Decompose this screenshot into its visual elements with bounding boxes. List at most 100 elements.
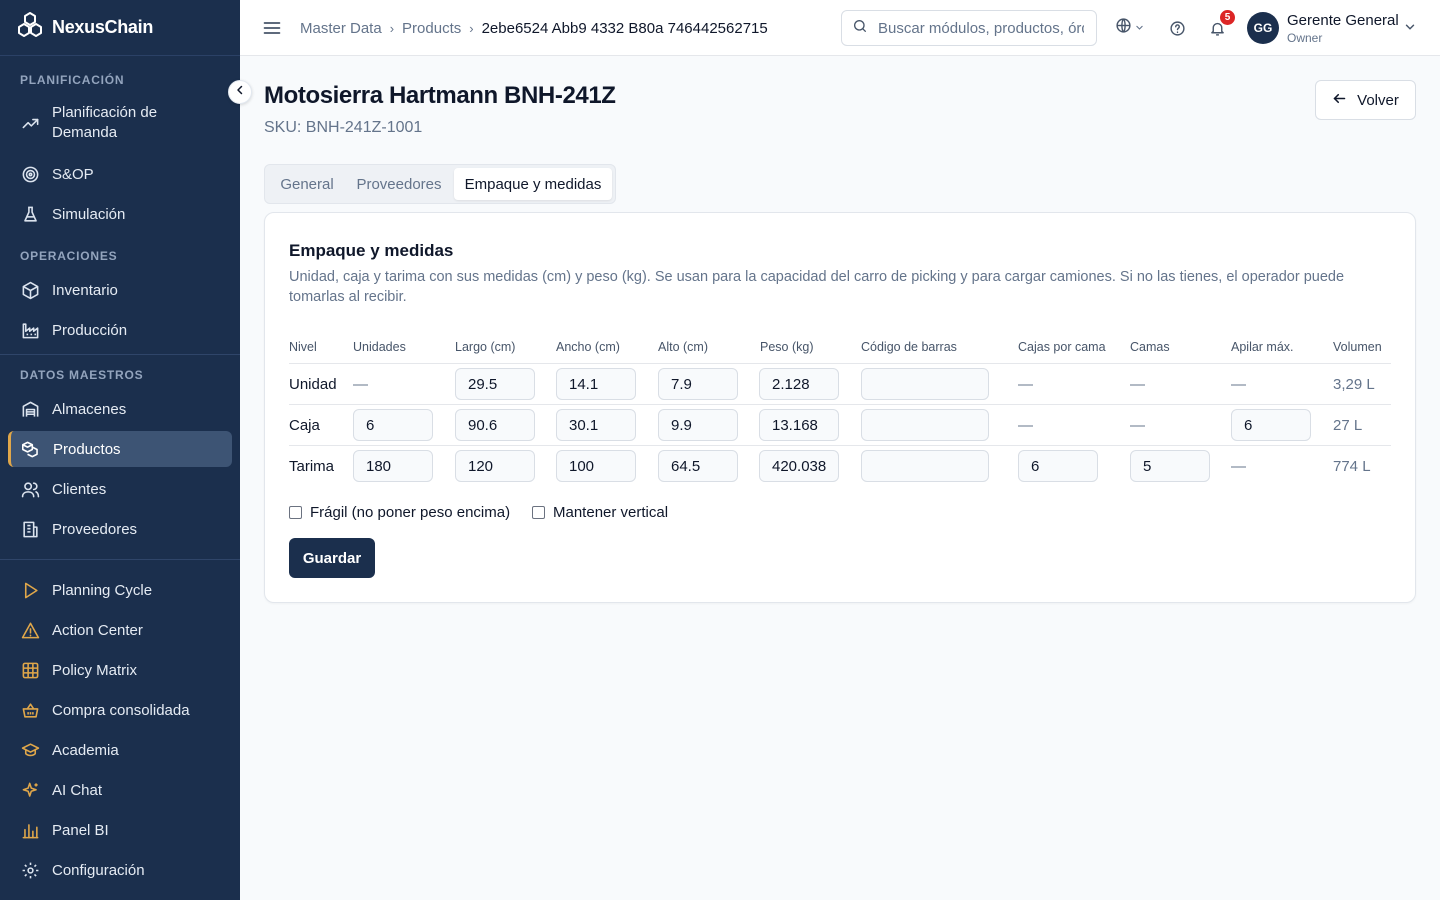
- column-header-unidades: Unidades: [353, 340, 406, 354]
- sidebar-item-label: Clientes: [52, 480, 107, 498]
- vertical-checkbox[interactable]: Mantener vertical: [532, 504, 668, 521]
- tabs: General Proveedores Empaque y medidas: [264, 164, 616, 204]
- input-barcode-caja[interactable]: [861, 409, 989, 441]
- fragile-checkbox[interactable]: Frágil (no poner peso encima): [289, 504, 510, 521]
- input-length-tarima[interactable]: [455, 450, 535, 482]
- input-barcode-unidad[interactable]: [861, 368, 989, 400]
- sidebar-item-proveedores[interactable]: Proveedores: [8, 509, 232, 549]
- warehouse-icon: [20, 399, 40, 419]
- tab-empaque-y-medidas[interactable]: Empaque y medidas: [454, 168, 612, 200]
- section-label-operaciones: OPERACIONES: [20, 249, 118, 263]
- sidebar-item-label: Almacenes: [52, 400, 127, 418]
- page-title: Motosierra Hartmann BNH-241Z: [264, 82, 616, 109]
- input-weight-tarima[interactable]: [759, 450, 839, 482]
- sidebar-item-compra-consolidada[interactable]: Compra consolidada: [8, 690, 232, 730]
- sidebar-item-label: S&OP: [52, 165, 94, 183]
- breadcrumb-master-data[interactable]: Master Data: [300, 20, 382, 37]
- sidebar-item-label: Academia: [52, 741, 119, 759]
- column-header-ancho: Ancho (cm): [556, 340, 620, 354]
- tab-proveedores[interactable]: Proveedores: [347, 168, 451, 200]
- input-length-unidad[interactable]: [455, 368, 535, 400]
- sidebar-item-panel-bi[interactable]: Panel BI: [8, 810, 232, 850]
- globe-icon: [1115, 17, 1132, 39]
- sidebar-item-almacenes[interactable]: Almacenes: [8, 389, 232, 429]
- sidebar-item-label: Compra consolidada: [52, 701, 190, 719]
- sidebar-item-planning-cycle[interactable]: Planning Cycle: [8, 570, 232, 610]
- input-units-tarima[interactable]: [353, 450, 433, 482]
- topbar: Master Data › Products › 2ebe6524 Abb9 4…: [240, 0, 1440, 56]
- search-icon: [852, 18, 868, 39]
- sparkles-icon: [20, 780, 40, 800]
- input-width-tarima[interactable]: [556, 450, 636, 482]
- trending-up-icon: [20, 113, 40, 133]
- sidebar-collapse-button[interactable]: [228, 80, 252, 104]
- sidebar-item-planificacion-demanda[interactable]: Planificación de Demanda: [8, 103, 232, 143]
- checkbox-box[interactable]: [532, 506, 545, 519]
- breadcrumb-products[interactable]: Products: [402, 20, 461, 37]
- input-height-caja[interactable]: [658, 409, 738, 441]
- search-input[interactable]: [878, 19, 1084, 37]
- chevron-down-icon: [1135, 19, 1144, 37]
- input-boxes-per-layer-tarima[interactable]: [1018, 450, 1098, 482]
- input-height-unidad[interactable]: [658, 368, 738, 400]
- input-width-unidad[interactable]: [556, 368, 636, 400]
- sidebar-item-label: Action Center: [52, 621, 143, 639]
- sidebar-item-label: Productos: [53, 440, 121, 458]
- user-name[interactable]: Gerente General: [1287, 12, 1399, 29]
- graduation-cap-icon: [20, 740, 40, 760]
- grid-icon: [20, 660, 40, 680]
- packaging-card: Empaque y medidas Unidad, caja y tarima …: [264, 212, 1416, 603]
- target-icon: [20, 164, 40, 184]
- sidebar-item-policy-matrix[interactable]: Policy Matrix: [8, 650, 232, 690]
- sidebar-item-inventario[interactable]: Inventario: [8, 270, 232, 310]
- input-layers-tarima[interactable]: [1130, 450, 1210, 482]
- avatar[interactable]: GG: [1247, 12, 1279, 44]
- cell-layers-caja: —: [1130, 417, 1145, 434]
- chevron-left-icon: [234, 83, 246, 101]
- sidebar-item-label: Planning Cycle: [52, 581, 153, 599]
- sidebar-item-ai-chat[interactable]: AI Chat: [8, 770, 232, 810]
- sidebar-item-clientes[interactable]: Clientes: [8, 469, 232, 509]
- checkbox-box[interactable]: [289, 506, 302, 519]
- sidebar-item-sop[interactable]: S&OP: [8, 154, 232, 194]
- package-icon: [20, 280, 40, 300]
- sidebar-item-action-center[interactable]: Action Center: [8, 610, 232, 650]
- input-length-caja[interactable]: [455, 409, 535, 441]
- input-barcode-tarima[interactable]: [861, 450, 989, 482]
- input-units-caja[interactable]: [353, 409, 433, 441]
- tab-general[interactable]: General: [269, 168, 345, 200]
- users-icon: [20, 479, 40, 499]
- arrow-left-icon: [1332, 91, 1357, 110]
- sidebar-item-label: Inventario: [52, 281, 118, 299]
- chevron-down-icon[interactable]: [1403, 20, 1417, 34]
- sidebar-divider: [0, 354, 240, 355]
- card-title: Empaque y medidas: [289, 241, 454, 260]
- sidebar-item-productos[interactable]: Productos: [8, 431, 232, 467]
- sidebar-item-simulacion[interactable]: Simulación: [8, 194, 232, 234]
- sidebar-item-label: Demanda: [52, 124, 118, 141]
- save-button[interactable]: Guardar: [289, 538, 375, 578]
- alert-triangle-icon: [20, 620, 40, 640]
- menu-icon[interactable]: [262, 18, 282, 38]
- input-weight-caja[interactable]: [759, 409, 839, 441]
- bar-chart-icon: [20, 820, 40, 840]
- brand[interactable]: NexusChain: [0, 0, 240, 56]
- back-button[interactable]: Volver: [1315, 80, 1416, 120]
- sidebar-item-label: Planificación de: [52, 104, 158, 121]
- sidebar-item-configuracion[interactable]: Configuración: [8, 850, 232, 890]
- cell-boxes-per-layer-caja: —: [1018, 417, 1033, 434]
- input-height-tarima[interactable]: [658, 450, 738, 482]
- sidebar-item-produccion[interactable]: Producción: [8, 310, 232, 350]
- input-width-caja[interactable]: [556, 409, 636, 441]
- help-icon[interactable]: [1167, 18, 1187, 38]
- input-weight-unidad[interactable]: [759, 368, 839, 400]
- column-header-codigo-barras: Código de barras: [861, 340, 957, 354]
- sidebar-item-label: Panel BI: [52, 821, 109, 839]
- input-stack-max-caja[interactable]: [1231, 409, 1311, 441]
- search-box[interactable]: [841, 10, 1097, 46]
- sidebar-item-academia[interactable]: Academia: [8, 730, 232, 770]
- column-header-apilar-max: Apilar máx.: [1231, 340, 1294, 354]
- language-selector[interactable]: [1112, 18, 1146, 38]
- sidebar-item-label: Configuración: [52, 861, 145, 879]
- chevron-right-icon: ›: [469, 20, 474, 36]
